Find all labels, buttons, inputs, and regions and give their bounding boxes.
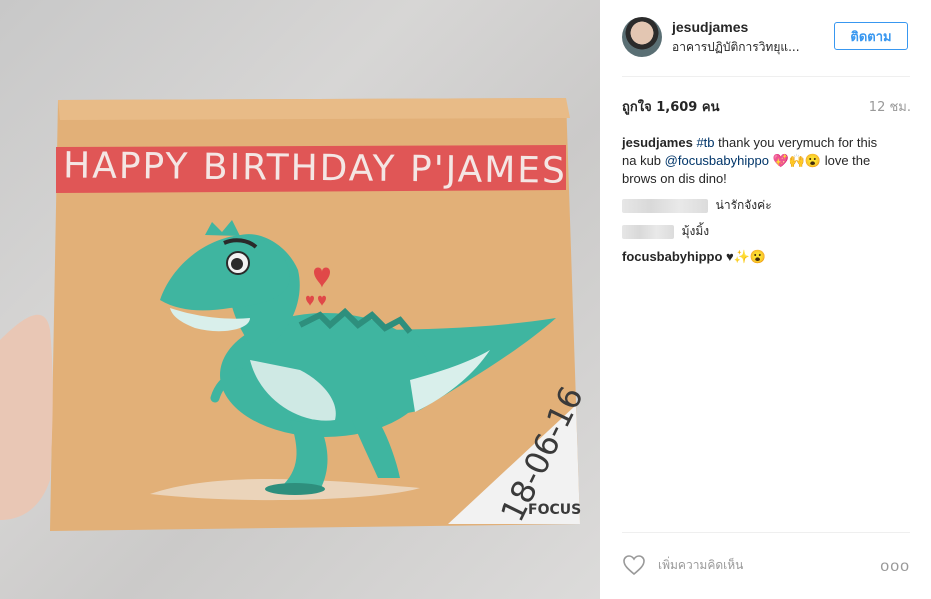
- comment-item: มุ้งมิ้ง: [622, 222, 892, 240]
- location[interactable]: อาคารปฏิบัติการวิทยุแ...: [672, 38, 822, 57]
- comment-text: มุ้งมิ้ง: [681, 224, 710, 238]
- post-header: jesudjames อาคารปฏิบัติการวิทยุแ... ติดต…: [622, 16, 910, 60]
- blurred-username: [622, 224, 674, 239]
- header-divider: [622, 76, 910, 77]
- comment-footer: เพิ่มความคิดเห็น ooo: [622, 548, 910, 582]
- comment-emoji: 💖🙌😮: [768, 153, 822, 168]
- hashtag-link[interactable]: #tb: [696, 135, 714, 150]
- post-time[interactable]: 12 ชม.: [869, 96, 911, 117]
- username[interactable]: jesudjames: [672, 19, 748, 35]
- avatar[interactable]: [622, 17, 662, 57]
- comment-text: ♥✨😮: [722, 249, 767, 264]
- comment-caption: jesudjames #tb thank you verymuch for th…: [622, 134, 892, 188]
- heart-icon[interactable]: [622, 554, 646, 576]
- more-options-icon[interactable]: ooo: [880, 558, 910, 576]
- comment-username[interactable]: jesudjames: [622, 135, 693, 150]
- comment-text: น่ารักจังค่ะ: [715, 198, 772, 212]
- comment-username[interactable]: focusbabyhippo: [622, 249, 722, 264]
- comment-item: focusbabyhippo ♥✨😮: [622, 248, 892, 266]
- mention-link[interactable]: @focusbabyhippo: [665, 153, 769, 168]
- signature-text: FOCUS: [528, 502, 582, 518]
- blurred-username: [622, 198, 708, 213]
- follow-button[interactable]: ติดตาม: [834, 22, 908, 50]
- banner-text: HAPPY BIRTHDAY P'JAMES: [62, 144, 568, 192]
- like-count[interactable]: ถูกใจ 1,609 คน: [622, 96, 719, 117]
- add-comment-input[interactable]: เพิ่มความคิดเห็น: [658, 556, 743, 575]
- footer-divider: [622, 532, 910, 533]
- comment-item: น่ารักจังค่ะ: [622, 196, 892, 214]
- comment-list: jesudjames #tb thank you verymuch for th…: [622, 134, 892, 274]
- post-photo[interactable]: HAPPY BIRTHDAY P'JAMES 18-06-16 FOCUS: [0, 0, 600, 599]
- post-side-panel: jesudjames อาคารปฏิบัติการวิทยุแ... ติดต…: [600, 0, 931, 599]
